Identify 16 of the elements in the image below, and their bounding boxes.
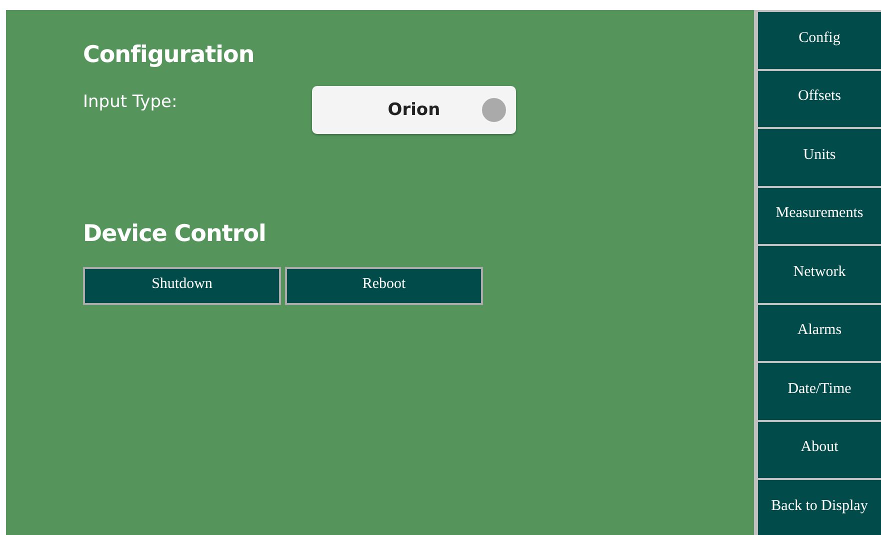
sidebar-button[interactable]: Date/Time (756, 361, 881, 420)
sidebar-button[interactable]: Measurements (756, 186, 881, 244)
sidebar-button[interactable]: About (756, 420, 881, 478)
input-type-select[interactable]: Orion (312, 86, 516, 134)
sidebar-button[interactable]: Offsets (756, 68, 881, 127)
sidebar-button[interactable]: Units (756, 127, 881, 186)
sidebar-button[interactable]: Back to Display (756, 478, 881, 535)
device-button[interactable]: Reboot (285, 267, 483, 305)
sidebar-button[interactable]: Alarms (756, 302, 881, 361)
circle-icon (482, 98, 506, 122)
field-label: Input Type: (83, 92, 178, 112)
sidebar-button[interactable]: Network (756, 244, 881, 302)
section-title: Device Control (83, 221, 266, 247)
sidebar-button[interactable]: Config (756, 10, 881, 68)
device-button[interactable]: Shutdown (83, 267, 281, 305)
section-title: Configuration (83, 42, 254, 68)
